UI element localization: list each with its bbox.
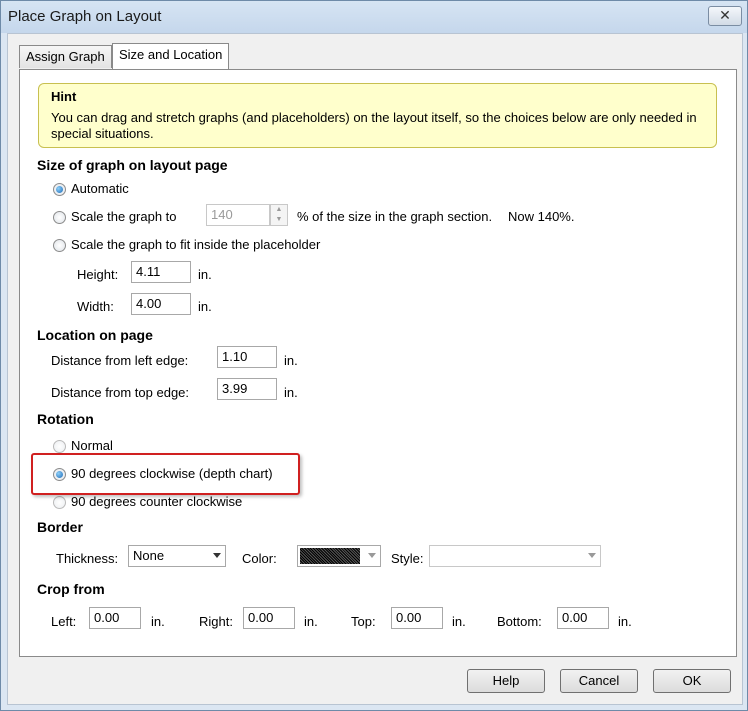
annotation-highlight-box bbox=[31, 453, 300, 495]
rotation-normal-label: Normal bbox=[71, 438, 113, 453]
border-heading: Border bbox=[37, 519, 83, 535]
crop-right-input[interactable]: 0.00 bbox=[243, 607, 295, 629]
crop-bottom-input[interactable]: 0.00 bbox=[557, 607, 609, 629]
radio-rotation-counter-clockwise[interactable] bbox=[53, 496, 66, 509]
color-swatch bbox=[300, 548, 360, 564]
hint-title: Hint bbox=[51, 89, 77, 104]
automatic-label: Automatic bbox=[71, 181, 129, 196]
width-input[interactable]: 4.00 bbox=[131, 293, 191, 315]
top-edge-input[interactable]: 3.99 bbox=[217, 378, 277, 400]
title-bar[interactable]: Place Graph on Layout ✕ bbox=[1, 1, 747, 33]
crop-top-unit: in. bbox=[452, 614, 466, 629]
color-label: Color: bbox=[242, 551, 277, 566]
style-select[interactable] bbox=[429, 545, 601, 567]
width-unit: in. bbox=[198, 299, 212, 314]
chevron-down-icon bbox=[588, 553, 596, 558]
crop-right-label: Right: bbox=[199, 614, 233, 629]
scale-percent-spinner[interactable]: ▲ ▼ bbox=[270, 204, 288, 226]
cancel-button[interactable]: Cancel bbox=[560, 669, 638, 693]
window-title: Place Graph on Layout bbox=[8, 8, 162, 25]
scale-percent-suffix: % of the size in the graph section. bbox=[297, 209, 493, 224]
dialog-window: Place Graph on Layout ✕ Assign Graph Siz… bbox=[0, 0, 748, 711]
crop-top-label: Top: bbox=[351, 614, 376, 629]
rotation-counter-clockwise-label: 90 degrees counter clockwise bbox=[71, 494, 243, 509]
hint-text: You can drag and stretch graphs (and pla… bbox=[51, 110, 697, 141]
ok-button[interactable]: OK bbox=[653, 669, 731, 693]
radio-rotation-normal[interactable] bbox=[53, 440, 66, 453]
spin-up-icon: ▲ bbox=[275, 206, 283, 213]
height-unit: in. bbox=[198, 267, 212, 282]
crop-right-unit: in. bbox=[304, 614, 318, 629]
scale-percent-input[interactable]: 140 bbox=[206, 204, 270, 226]
height-input[interactable]: 4.11 bbox=[131, 261, 191, 283]
help-button[interactable]: Help bbox=[467, 669, 545, 693]
crop-bottom-unit: in. bbox=[618, 614, 632, 629]
rotation-heading: Rotation bbox=[37, 411, 94, 427]
chevron-down-icon bbox=[213, 553, 221, 558]
thickness-select[interactable]: None bbox=[128, 545, 226, 567]
radio-fit-placeholder[interactable] bbox=[53, 239, 66, 252]
radio-automatic[interactable] bbox=[53, 183, 66, 196]
color-select[interactable] bbox=[297, 545, 381, 567]
thickness-label: Thickness: bbox=[56, 551, 119, 566]
chevron-down-icon bbox=[368, 553, 376, 558]
left-edge-label: Distance from left edge: bbox=[51, 353, 189, 368]
thickness-value: None bbox=[133, 548, 165, 563]
crop-left-label: Left: bbox=[51, 614, 77, 629]
fit-placeholder-label: Scale the graph to fit inside the placeh… bbox=[71, 237, 321, 252]
tab-assign-graph[interactable]: Assign Graph bbox=[19, 45, 112, 68]
scale-graph-label: Scale the graph to bbox=[71, 209, 177, 224]
size-heading: Size of graph on layout page bbox=[37, 157, 228, 173]
close-icon: ✕ bbox=[719, 7, 731, 23]
crop-left-input[interactable]: 0.00 bbox=[89, 607, 141, 629]
tab-size-and-location[interactable]: Size and Location bbox=[112, 43, 230, 69]
crop-heading: Crop from bbox=[37, 581, 105, 597]
location-heading: Location on page bbox=[37, 327, 153, 343]
height-label: Height: bbox=[77, 267, 119, 282]
hint-box: Hint You can drag and stretch graphs (an… bbox=[38, 83, 717, 148]
left-edge-input[interactable]: 1.10 bbox=[217, 346, 277, 368]
close-button[interactable]: ✕ bbox=[708, 6, 742, 26]
radio-scale-graph[interactable] bbox=[53, 211, 66, 224]
crop-left-unit: in. bbox=[151, 614, 165, 629]
spin-down-icon: ▼ bbox=[275, 216, 283, 223]
top-edge-unit: in. bbox=[284, 385, 298, 400]
dialog-client: Assign Graph Size and Location Hint You … bbox=[7, 33, 743, 705]
top-edge-label: Distance from top edge: bbox=[51, 385, 190, 400]
crop-top-input[interactable]: 0.00 bbox=[391, 607, 443, 629]
left-edge-unit: in. bbox=[284, 353, 298, 368]
width-label: Width: bbox=[77, 299, 114, 314]
crop-bottom-label: Bottom: bbox=[497, 614, 542, 629]
now-percent-text: Now 140%. bbox=[508, 209, 575, 224]
style-label: Style: bbox=[391, 551, 424, 566]
tab-panel: Hint You can drag and stretch graphs (an… bbox=[19, 69, 737, 657]
